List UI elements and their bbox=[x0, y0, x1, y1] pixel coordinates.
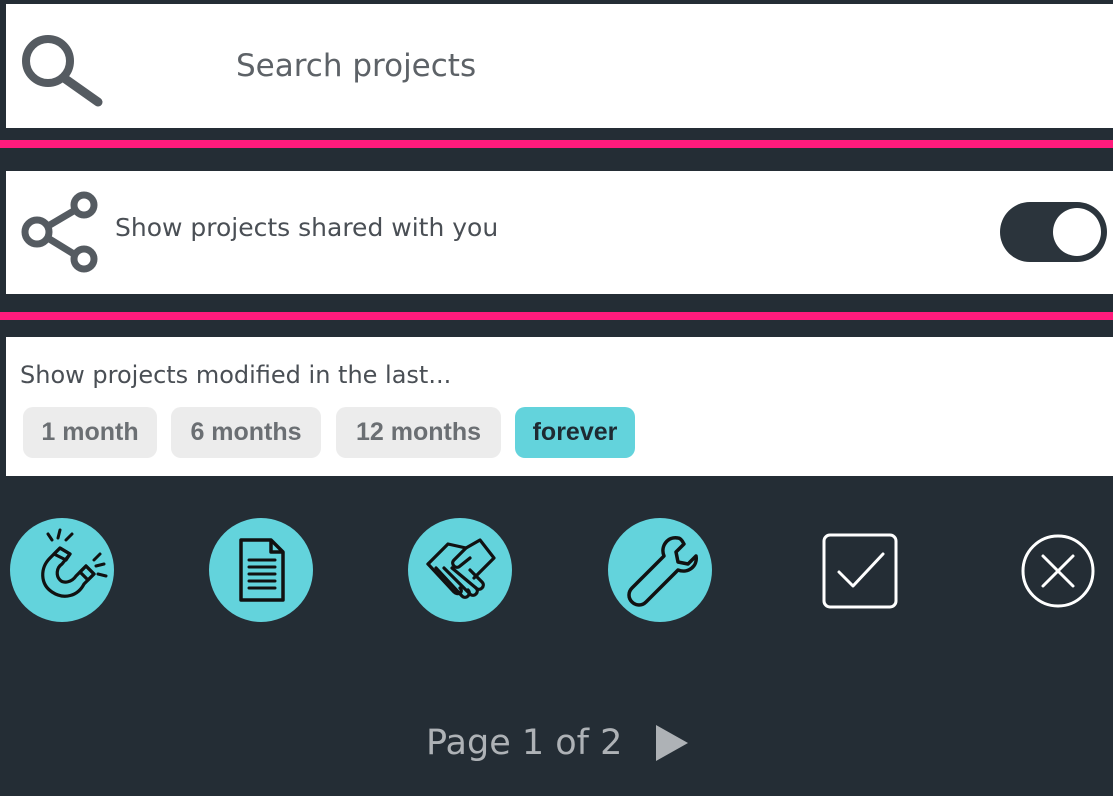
filter-chip-12-months[interactable]: 12 months bbox=[336, 407, 501, 458]
search-input[interactable] bbox=[236, 36, 1096, 96]
shared-projects-panel: Show projects shared with you bbox=[6, 171, 1113, 294]
magnet-button[interactable] bbox=[10, 518, 114, 622]
handshake-icon bbox=[426, 538, 496, 599]
toggle-knob bbox=[1053, 208, 1101, 256]
close-circle-icon bbox=[1021, 534, 1095, 608]
shared-projects-label: Show projects shared with you bbox=[115, 213, 499, 242]
checkbox-icon bbox=[822, 533, 898, 609]
modified-filter-label: Show projects modified in the last... bbox=[20, 361, 452, 389]
modified-filter-panel: Show projects modified in the last... 1 … bbox=[6, 337, 1113, 476]
search-panel bbox=[6, 4, 1113, 128]
shared-projects-toggle[interactable] bbox=[1000, 202, 1107, 262]
wrench-button[interactable] bbox=[608, 518, 712, 622]
wrench-icon bbox=[627, 536, 698, 607]
section-divider bbox=[0, 312, 1113, 320]
share-icon bbox=[21, 191, 98, 273]
page-indicator: Page 1 of 2 bbox=[426, 723, 623, 763]
handshake-button[interactable] bbox=[408, 518, 512, 622]
section-divider bbox=[0, 140, 1113, 148]
magnet-icon bbox=[41, 528, 108, 598]
document-icon bbox=[239, 538, 285, 602]
cancel-button[interactable] bbox=[1019, 532, 1097, 610]
search-icon bbox=[22, 35, 103, 107]
confirm-button[interactable] bbox=[821, 532, 899, 610]
document-button[interactable] bbox=[209, 518, 313, 622]
filter-chip-forever[interactable]: forever bbox=[515, 407, 635, 458]
next-page-icon[interactable] bbox=[654, 723, 690, 763]
filter-chip-1-month[interactable]: 1 month bbox=[23, 407, 157, 458]
filter-chip-6-months[interactable]: 6 months bbox=[171, 407, 321, 458]
pagination: Page 1 of 2 bbox=[426, 718, 690, 768]
